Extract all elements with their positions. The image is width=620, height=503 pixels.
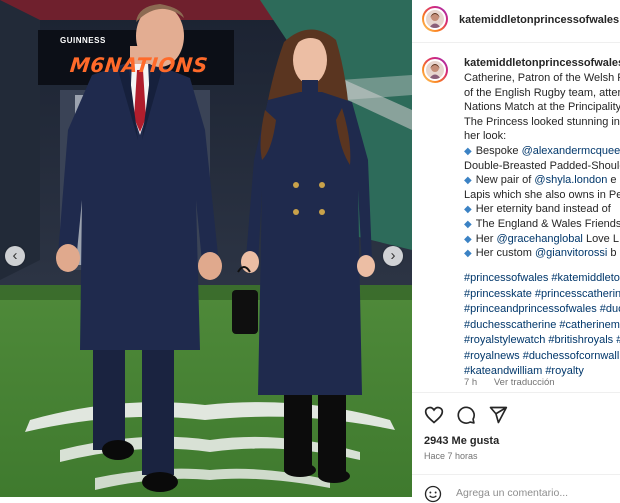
diamond-icon: ◆	[464, 218, 472, 230]
carousel-next-button[interactable]: ›	[383, 246, 403, 266]
emoji-icon[interactable]	[424, 485, 442, 503]
post-header: katemiddletonprincessofwales	[412, 0, 620, 43]
bullet-text: Her custom	[475, 247, 535, 260]
bullet-text: New pair of	[475, 174, 535, 187]
sign-brand-text: GUINNESS	[60, 36, 106, 45]
caption-bullet-line: ◆ Her @gracehanglobal Love L	[464, 232, 620, 247]
mention-link[interactable]: @gracehanglobal	[496, 233, 582, 245]
caption-line: The Princess looked stunning in	[464, 115, 620, 128]
bullet-text: Her eternity band instead of	[475, 203, 611, 216]
avatar-image	[424, 8, 446, 30]
share-icon[interactable]	[488, 405, 508, 425]
mention-link[interactable]: @gianvitorossi	[535, 247, 607, 259]
chevron-left-icon: ‹	[12, 247, 18, 264]
caption-line: Catherine, Patron of the Welsh R	[464, 72, 620, 84]
bullet-text: Bespoke	[475, 144, 522, 157]
hashtag-line[interactable]: #duchesscatherine #catherinem	[464, 318, 620, 334]
caption-age: 7 h	[464, 377, 478, 388]
bullet-text-suffix: b	[607, 247, 617, 260]
caption-bullet-line: Lapis which she also owns in Pea	[464, 188, 620, 203]
hashtag-line[interactable]: #royalstylewatch #britishroyals #	[464, 333, 620, 349]
bullet-text: The England & Wales Friends	[475, 217, 620, 230]
hashtag-line[interactable]: #princessofwales #katemiddleto	[464, 271, 620, 287]
bullet-text: Her	[475, 232, 497, 245]
caption-bullet-line: ◆ Bespoke @alexandermcquee	[464, 144, 620, 159]
mention-link[interactable]: @alexandermcquee	[522, 145, 620, 157]
comment-icon[interactable]	[456, 405, 476, 425]
caption-line: Nations Match at the Principality	[464, 101, 620, 114]
caption-bullet-line: ◆ New pair of @shyla.london e	[464, 173, 620, 188]
diamond-icon: ◆	[464, 145, 472, 157]
caption-avatar[interactable]	[422, 57, 448, 83]
diamond-icon: ◆	[464, 204, 472, 216]
caption-line: of the English Rugby team, atter	[464, 86, 620, 99]
avatar-image	[424, 59, 446, 81]
caption-line: her look:	[464, 130, 507, 143]
sign-logo-text: M6NATIONS	[68, 53, 210, 77]
post-side-panel: katemiddletonprincessofwales katemiddlet…	[412, 0, 620, 503]
bullet-text: Lapis which she also owns in Pea	[464, 188, 620, 201]
caption-bullet-line: ◆ The England & Wales Friends	[464, 217, 620, 232]
like-count[interactable]: 2943 Me gusta	[424, 435, 499, 447]
avatar[interactable]	[422, 6, 448, 32]
caption-text: Catherine, Patron of the Welsh R of the E…	[464, 71, 620, 261]
action-bar	[412, 392, 620, 433]
caption-bullet-line: ◆ Her custom @gianvitorossi b	[464, 246, 620, 261]
chevron-right-icon: ›	[390, 247, 396, 264]
carousel-prev-button[interactable]: ‹	[5, 246, 25, 266]
diamond-icon: ◆	[464, 175, 472, 187]
header-username[interactable]: katemiddletonprincessofwales	[459, 14, 619, 26]
hashtag-line[interactable]: #princesskate #princesscatherin	[464, 287, 620, 303]
caption-meta: 7 h Ver traducción	[464, 377, 569, 388]
caption-block: katemiddletonprincessofwales Catherine, …	[412, 52, 620, 392]
caption-username[interactable]: katemiddletonprincessofwales	[464, 57, 620, 69]
bullet-text-suffix: Love L	[582, 232, 619, 245]
comment-input[interactable]	[456, 487, 606, 499]
caption-bullet-line: ◆ Her eternity band instead of	[464, 202, 620, 217]
translate-link[interactable]: Ver traducción	[494, 377, 555, 388]
bullet-text-suffix: e	[607, 174, 617, 187]
hashtag-list: #princessofwales #katemiddleto #princessk…	[464, 271, 620, 380]
post-time: Hace 7 horas	[424, 451, 478, 461]
mention-link[interactable]: @shyla.london	[534, 174, 607, 186]
comment-row	[412, 474, 620, 503]
diamond-icon: ◆	[464, 233, 472, 245]
hashtag-line[interactable]: #princeandprincessofwales #duc	[464, 302, 620, 318]
heart-icon[interactable]	[424, 405, 444, 425]
post-photo[interactable]: GUINNESS M6NATIONS ‹ ›	[0, 0, 412, 497]
bullet-text: Double-Breasted Padded-Shoulc	[464, 159, 620, 172]
hashtag-line[interactable]: #royalnews #duchessofcornwall	[464, 349, 620, 365]
caption-bullet-line: Double-Breasted Padded-Shoulc	[464, 159, 620, 174]
diamond-icon: ◆	[464, 248, 472, 260]
